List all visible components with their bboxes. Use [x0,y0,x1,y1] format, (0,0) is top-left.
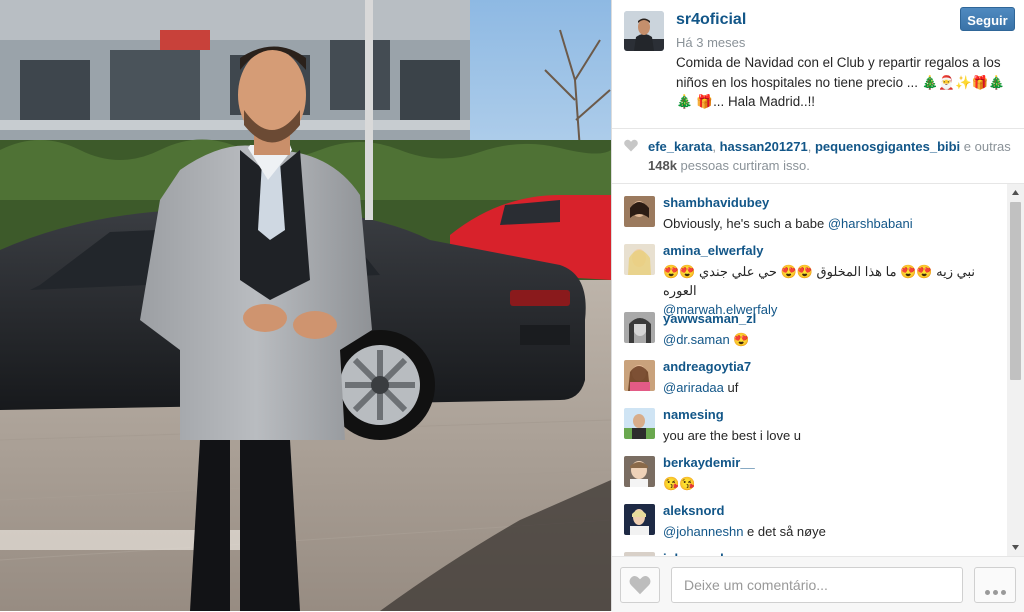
comment-body: 😘😘 [663,476,696,491]
author-avatar[interactable] [624,11,664,51]
comment-body: 😍😍 نبي زيه 😍😍 ما هذا المخلوق 😍😍 حي علي ج… [663,264,976,298]
comment-body: e det så nøye [743,524,826,539]
scrollbar-thumb[interactable] [1010,202,1021,380]
post-header: sr4oficial Há 3 meses Comida de Navidad … [612,0,1024,129]
mention-link[interactable]: @johanneshn [663,524,743,539]
commenter-username[interactable]: shambhavidubey [663,195,769,210]
commenter-username[interactable]: yawwsaman_zl [663,311,756,326]
comment-text: 😘😘 [663,474,1003,493]
comment-body: uf [723,380,739,395]
liker-link[interactable]: pequenosgigantes_bibi [815,139,960,154]
commenter-avatar[interactable] [624,408,655,439]
commenter-avatar[interactable] [624,244,655,275]
comment-text: @ariradaa uf [663,378,1003,397]
commenter-avatar[interactable] [624,360,655,391]
comment-text: @dr.saman 😍 [663,330,1003,349]
commenter-avatar[interactable] [624,196,655,227]
scroll-up-icon[interactable] [1007,184,1024,201]
comment-body: 😍 [729,332,750,347]
comment-item: johanneshn [612,540,1010,556]
comment-text: Obviously, he's such a babe @harshbabani [663,214,1003,233]
likes-suffix: pessoas curtiram isso. [676,158,810,173]
likes-count[interactable]: 148k [648,158,677,173]
comments-list[interactable]: shambhavidubey Obviously, he's such a ba… [612,184,1010,556]
post-photo-image [0,0,611,611]
commenter-avatar[interactable] [624,456,655,487]
post-photo[interactable] [0,0,611,611]
comment-item: berkaydemir__ 😘😘 [612,444,1010,492]
more-options-button[interactable] [974,567,1016,603]
comment-body: Obviously, he's such a babe [663,216,828,231]
commenter-avatar[interactable] [624,504,655,535]
heart-icon [624,139,638,157]
likes-separator: , [712,139,720,154]
liker-link[interactable]: hassan201271 [720,139,808,154]
follow-button[interactable]: Seguir [960,7,1015,31]
commenter-avatar[interactable] [624,312,655,343]
comment-footer [612,556,1024,612]
liker-link[interactable]: efe_karata [648,139,712,154]
commenter-username[interactable]: berkaydemir__ [663,455,755,470]
mention-link[interactable]: @harshbabani [828,216,913,231]
likes-summary: efe_karata, hassan201271, pequenosgigant… [612,129,1024,184]
post-detail-panel: sr4oficial Há 3 meses Comida de Navidad … [611,0,1024,612]
post-caption: Comida de Navidad con el Club y repartir… [676,55,1006,109]
likes-joiner: e outras [960,139,1011,154]
comment-item: aleksnord @johanneshn e det så nøye [612,492,1010,540]
like-button[interactable] [620,567,660,603]
comment-body: you are the best i love u [663,428,802,443]
comment-input[interactable] [671,567,963,603]
comment-item: namesing you are the best i love u [612,396,1010,444]
comment-text: you are the best i love u [663,426,1003,445]
likes-text: efe_karata, hassan201271, pequenosgigant… [648,137,1020,175]
likes-separator: , [807,139,815,154]
comment-item: shambhavidubey Obviously, he's such a ba… [612,184,1010,232]
mention-link[interactable]: @dr.saman [663,332,730,347]
commenter-username[interactable]: namesing [663,407,724,422]
more-options-icon [985,583,1009,598]
commenter-username[interactable]: amina_elwerfaly [663,243,763,258]
scroll-down-icon[interactable] [1007,539,1024,556]
comment-item: amina_elwerfaly 😍😍 نبي زيه 😍😍 ما هذا الم… [612,232,1010,317]
comment-item: yawwsaman_zl @dr.saman 😍 [612,300,1010,348]
commenter-username[interactable]: aleksnord [663,503,724,518]
comment-text: @johanneshn e det så nøye [663,522,1003,541]
post-timestamp[interactable]: Há 3 meses [676,35,745,50]
mention-link[interactable]: @ariradaa [663,380,724,395]
commenter-username[interactable]: andreagoytia7 [663,359,751,374]
comments-scrollbar[interactable] [1007,184,1024,556]
author-username[interactable]: sr4oficial [676,11,746,29]
comment-item: andreagoytia7 @ariradaa uf [612,348,1010,396]
